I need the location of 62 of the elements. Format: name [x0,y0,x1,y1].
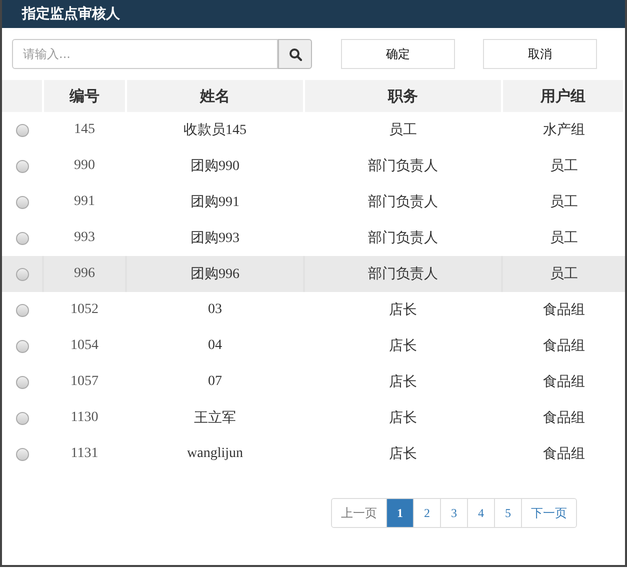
table-cell-text: 团购991 [190,194,240,211]
table-cell-text: 团购993 [190,230,240,247]
page-button[interactable]: 1 [387,499,414,527]
table-cell: 1131 [70,446,98,462]
table-cell-text: 员工 [389,122,417,139]
table-cell: 店长 [389,337,417,355]
table-cell-text: 食品组 [543,446,585,463]
table-cell: 部门负责人 [368,193,438,211]
column-header: 职务 [304,80,502,112]
table-cell: 王立军 [194,409,236,427]
radio-button[interactable] [16,124,28,136]
table-cell: 990 [74,158,95,174]
table-cell: 1054 [70,338,98,354]
search-field[interactable]: 请输入... [12,39,278,69]
table-cell-text: 食品组 [543,338,585,355]
table-cell-text: 员工 [550,266,578,283]
table-cell-text: 食品组 [543,374,585,391]
radio-button[interactable] [16,376,28,388]
table-cell: 店长 [389,409,417,427]
table-row[interactable]: 996 团购996 部门负责人 员工 [2,256,625,292]
radio-button[interactable] [16,160,28,172]
cancel-button[interactable]: 取消 [483,39,597,69]
radio-button[interactable] [16,448,28,460]
table-cell-text: 食品组 [543,302,585,319]
table-cell: 1130 [70,410,98,426]
table-cell: 部门负责人 [368,265,438,283]
table-cell: 1052 [70,302,98,318]
table-cell: 店长 [389,373,417,391]
radio-button[interactable] [16,340,28,352]
table-cell-text: 收款员145 [184,122,246,139]
table-cell-text: 团购996 [190,266,240,283]
table-cell: 996 [74,266,95,282]
table-cell: 1057 [70,374,98,390]
radio-button[interactable] [16,196,28,208]
table-cell-text: 食品组 [543,410,585,427]
radio-button[interactable] [16,304,28,316]
radio-button[interactable] [16,412,28,424]
table-cell: 991 [74,194,95,210]
window-title: 指定监点审核人 [22,5,120,23]
table-cell-text: 员工 [550,194,578,211]
table-cell: 店长 [389,301,417,319]
table-cell: 部门负责人 [368,229,438,247]
table-cell: 993 [74,230,95,246]
table-cell-text: 员工 [550,158,578,175]
column-header: 编号 [43,80,126,112]
confirm-button[interactable]: 确定 [341,39,455,69]
column-header: 用户组 [502,80,624,112]
radio-button[interactable] [16,268,28,280]
table-cell: 145 [74,122,95,138]
table-cell: 水产组 [543,121,585,139]
column-header: 姓名 [126,80,304,112]
table-cell: 店长 [389,445,417,463]
search-icon [288,48,302,60]
table-cell-text: 团购990 [190,158,240,175]
table-cell: 04 [208,338,222,354]
table-cell: 07 [208,374,222,390]
radio-button[interactable] [16,232,28,244]
table-cell: wanglijun [187,446,243,462]
table-cell-text: 员工 [550,230,578,247]
search-button[interactable] [278,39,312,69]
table-cell: 03 [208,302,222,318]
table-cell: 部门负责人 [368,157,438,175]
